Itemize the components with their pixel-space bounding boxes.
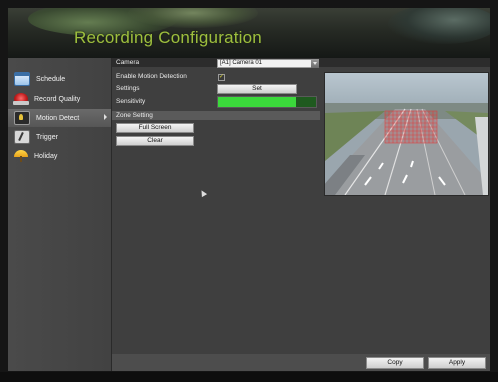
trigger-icon — [14, 130, 30, 144]
page-title: Recording Configuration — [74, 28, 262, 47]
sidebar: Schedule Record Quality Motion Detect Tr… — [8, 58, 112, 371]
bottom-action-bar: Copy Apply — [112, 354, 490, 371]
calendar-icon — [14, 72, 30, 86]
motion-zone-grid — [384, 110, 438, 144]
record-quality-icon — [13, 93, 29, 105]
sidebar-item-schedule[interactable]: Schedule — [8, 70, 111, 88]
sidebar-item-label: Record Quality — [34, 95, 81, 103]
sidebar-item-trigger[interactable]: Trigger — [8, 128, 111, 146]
sensitivity-fill — [218, 97, 297, 107]
sidebar-item-label: Holiday — [34, 152, 58, 160]
header-banner: Recording Configuration — [8, 8, 490, 58]
sidebar-item-motion-detect[interactable]: Motion Detect — [8, 109, 111, 127]
sidebar-item-label: Motion Detect — [36, 114, 80, 122]
full-screen-button[interactable]: Full Screen — [116, 123, 194, 133]
road-preview-image — [325, 73, 488, 195]
sidebar-item-label: Trigger — [36, 133, 58, 141]
camera-select[interactable]: [A1] Camera 01 — [217, 59, 319, 68]
set-button[interactable]: Set — [217, 84, 297, 94]
chevron-down-icon[interactable] — [311, 59, 319, 68]
sidebar-item-record-quality[interactable]: Record Quality — [8, 90, 111, 108]
motion-detect-icon — [14, 111, 30, 125]
zone-setting-header: Zone Setting — [112, 111, 320, 120]
status-bar — [0, 372, 498, 382]
camera-select-value: [A1] Camera 01 — [220, 60, 263, 66]
camera-row: Camera [A1] Camera 01 — [112, 58, 490, 68]
holiday-icon — [14, 150, 28, 162]
clear-button[interactable]: Clear — [116, 136, 194, 146]
sidebar-item-holiday[interactable]: Holiday — [8, 147, 111, 165]
sidebar-item-label: Schedule — [36, 75, 66, 83]
camera-preview[interactable] — [324, 72, 489, 196]
apply-button[interactable]: Apply — [428, 357, 486, 369]
enable-motion-label: Enable Motion Detection — [116, 73, 187, 80]
main-panel: Camera [A1] Camera 01 Enable Motion Dete… — [112, 58, 490, 371]
camera-label: Camera — [116, 59, 140, 66]
copy-button[interactable]: Copy — [366, 357, 424, 369]
enable-motion-checkbox[interactable]: ✓ — [218, 74, 225, 81]
sensitivity-label: Sensitivity — [116, 98, 146, 105]
chevron-right-icon — [104, 114, 107, 120]
dvr-config-screen: Recording Configuration Schedule Record … — [0, 0, 498, 382]
zone-setting-label: Zone Setting — [116, 112, 153, 119]
settings-label: Settings — [116, 85, 140, 92]
sensitivity-slider[interactable] — [217, 96, 317, 108]
header-leaf-decoration — [388, 8, 490, 44]
